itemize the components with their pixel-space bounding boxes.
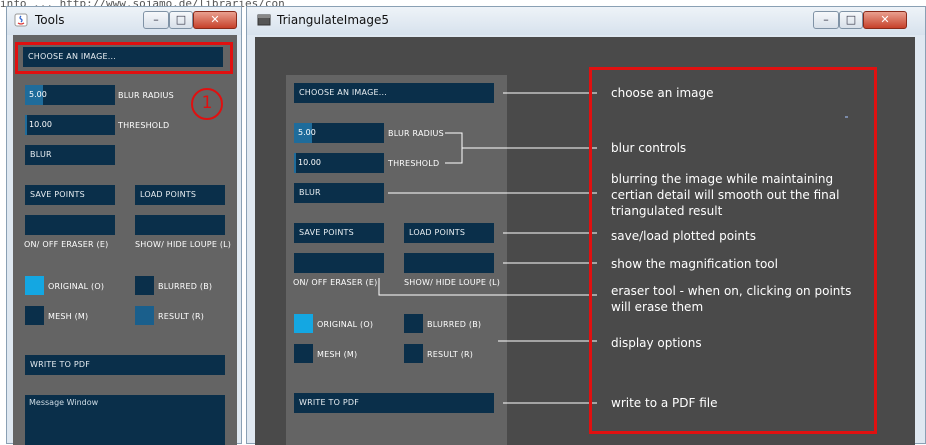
annotations-highlight [589, 67, 877, 434]
tools-result-toggle[interactable] [135, 306, 154, 325]
tools-threshold-slider[interactable]: 10.00 [25, 115, 115, 135]
tools-write-pdf-button[interactable]: WRITE TO PDF [25, 355, 225, 375]
annotation-magnification: show the magnification tool [611, 257, 778, 271]
tools-client-area: CHOOSE AN IMAGE... 5.00 BLUR RADIUS 1 10… [13, 35, 237, 445]
annotation-choose-image: choose an image [611, 86, 714, 100]
annotation-blurring: blurring the image while maintaining cer… [611, 172, 840, 218]
tools-message-window[interactable]: Message Window [25, 395, 225, 445]
main-minimize-button[interactable]: – [813, 11, 839, 29]
main-titlebar[interactable]: TriangulateImage5 – □ ✕ [247, 7, 925, 35]
tools-eraser-toggle[interactable] [25, 215, 115, 235]
tools-eraser-label: ON/ OFF ERASER (E) [24, 240, 109, 249]
maximize-icon: □ [845, 13, 857, 26]
tools-window-title: Tools [35, 13, 65, 27]
message-window-text: Message Window [29, 398, 99, 407]
close-icon: ✕ [210, 13, 220, 26]
step-marker-number: 1 [201, 93, 213, 113]
main-window-title: TriangulateImage5 [277, 13, 390, 27]
annotation-save-load: save/load plotted points [611, 229, 756, 243]
tools-close-button[interactable]: ✕ [193, 11, 237, 29]
tools-result-label: RESULT (R) [158, 312, 205, 321]
tools-original-label: ORIGINAL (O) [48, 282, 105, 291]
annotation-write-pdf: write to a PDF file [611, 396, 718, 410]
main-close-button[interactable]: ✕ [863, 11, 907, 29]
tools-loupe-toggle[interactable] [135, 215, 225, 235]
tools-blur-radius-label: BLUR RADIUS [118, 91, 174, 100]
tools-window: Tools – □ ✕ CHOOSE AN IMAGE... 5.00 BLUR… [6, 6, 242, 445]
tools-blurred-toggle[interactable] [135, 276, 154, 295]
tools-save-points-button[interactable]: SAVE POINTS [25, 185, 115, 205]
minimize-icon: – [153, 13, 159, 26]
tools-blurred-label: BLURRED (B) [158, 282, 213, 291]
tools-blur-radius-slider[interactable]: 5.00 [25, 85, 115, 105]
slider-value: 10.00 [29, 120, 52, 129]
tools-loupe-label: SHOW/ HIDE LOUPE (L) [135, 240, 232, 249]
tools-original-toggle[interactable] [25, 276, 44, 295]
slider-fill [25, 115, 27, 135]
tools-maximize-button[interactable]: □ [169, 11, 193, 29]
step-marker: 1 [189, 86, 225, 122]
annotation-display-options: display options [611, 336, 702, 350]
annotation-eraser: eraser tool - when on, clicking on point… [611, 284, 852, 314]
tools-load-points-button[interactable]: LOAD POINTS [135, 185, 225, 205]
tools-minimize-button[interactable]: – [143, 11, 169, 29]
minimize-icon: – [823, 13, 829, 26]
main-client-area: CHOOSE AN IMAGE... 5.00 BLUR RADIUS 10.0… [255, 37, 915, 445]
main-maximize-button[interactable]: □ [839, 11, 863, 29]
tools-choose-image-button[interactable]: CHOOSE AN IMAGE... [23, 47, 223, 67]
tools-threshold-label: THRESHOLD [118, 121, 170, 130]
main-window: TriangulateImage5 – □ ✕ CHOOSE AN IMAGE.… [246, 6, 926, 445]
tools-blur-button[interactable]: BLUR [25, 145, 115, 165]
java-icon [14, 13, 28, 27]
tools-mesh-toggle[interactable] [25, 306, 44, 325]
tools-mesh-label: MESH (M) [48, 312, 89, 321]
slider-value: 5.00 [29, 90, 47, 99]
window-icon [257, 14, 271, 26]
close-icon: ✕ [880, 13, 890, 26]
annotation-blur-controls: blur controls [611, 141, 687, 155]
maximize-icon: □ [175, 13, 187, 26]
tools-titlebar[interactable]: Tools – □ ✕ [7, 7, 241, 35]
cursor-dot [845, 116, 848, 118]
